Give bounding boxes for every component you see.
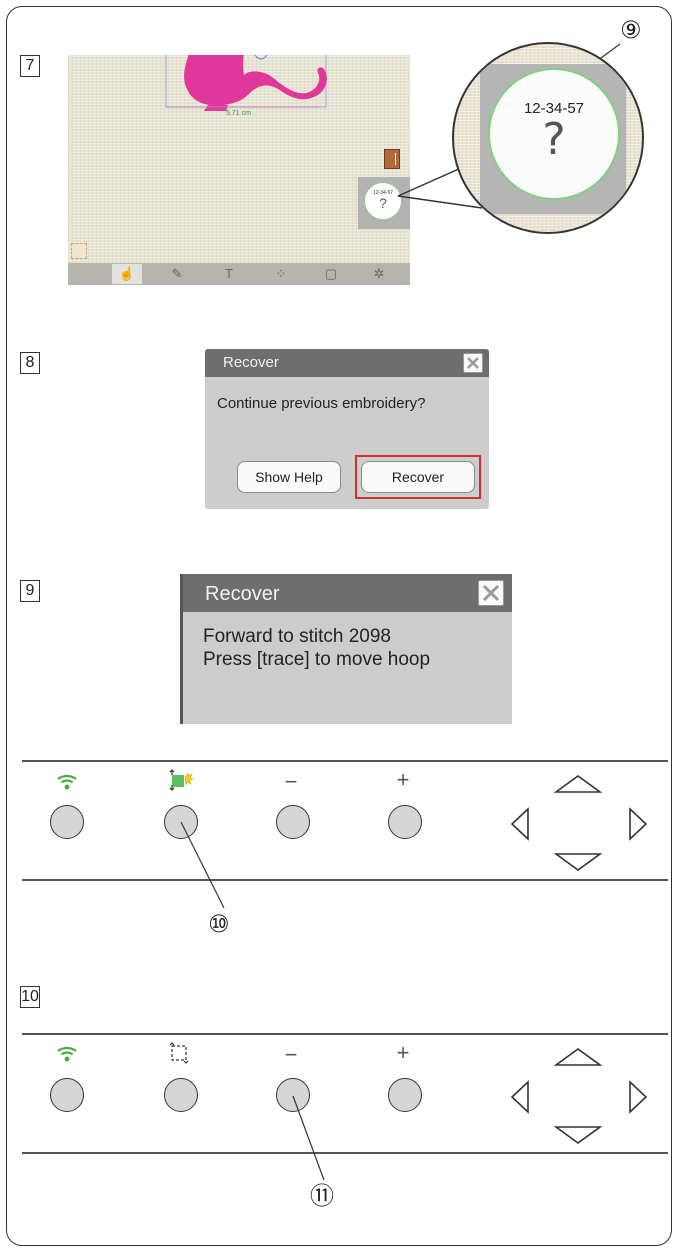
- callout-11-leader: [292, 1095, 325, 1181]
- callout-11: ⑪: [310, 1182, 334, 1210]
